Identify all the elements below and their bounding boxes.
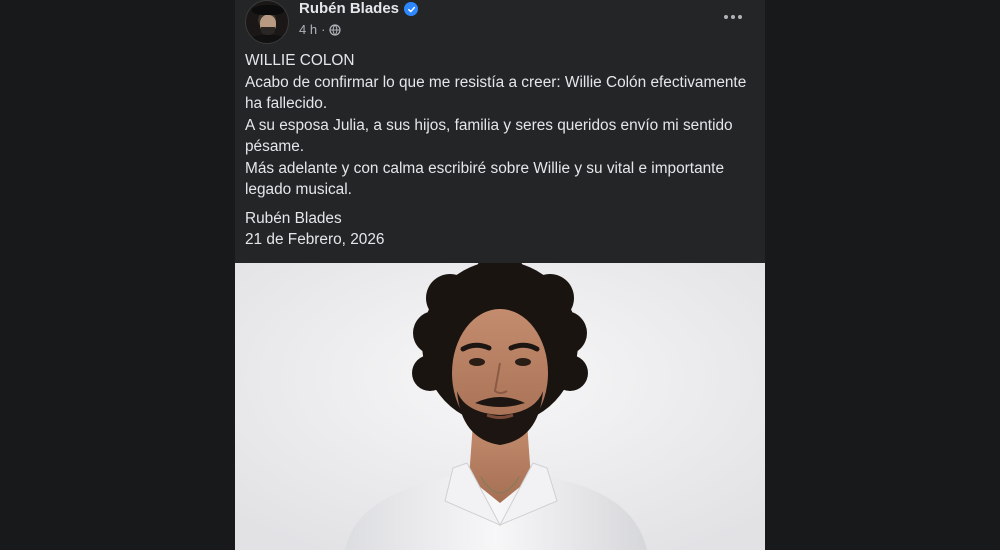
post-text-line: Más adelante y con calma escribiré sobre… <box>245 159 725 199</box>
post-text: WILLIE COLON Acabo de confirmar lo que m… <box>245 50 760 251</box>
post-text-line: A su esposa Julia, a sus hijos, familia … <box>245 116 733 156</box>
portrait-illustration <box>235 263 765 550</box>
avatar-beard <box>261 27 275 35</box>
post-meta: 4 h · <box>299 22 342 37</box>
more-dot-icon <box>724 15 728 19</box>
post-title-line: WILLIE COLON <box>245 52 355 69</box>
avatar-shoulders <box>250 35 286 43</box>
author-row: Rubén Blades <box>299 0 419 18</box>
signature-name: Rubén Blades <box>245 209 342 227</box>
avatar-hat <box>252 5 284 15</box>
post-photo[interactable] <box>235 263 765 550</box>
post-text-line: Acabo de confirmar lo que me resistía a … <box>245 73 747 113</box>
globe-icon[interactable] <box>329 23 342 36</box>
more-dot-icon <box>738 15 742 19</box>
more-dot-icon <box>731 15 735 19</box>
post-header: Rubén Blades 4 h · <box>245 0 755 48</box>
post-card: Rubén Blades 4 h · WILLIE COLON Acabo de… <box>235 0 765 550</box>
meta-separator: · <box>321 22 326 37</box>
post-timestamp[interactable]: 4 h <box>299 22 317 37</box>
author-avatar[interactable] <box>245 0 289 44</box>
more-options-button[interactable] <box>719 5 747 29</box>
signature-date: 21 de Febrero, 2026 <box>245 231 385 248</box>
author-name[interactable]: Rubén Blades <box>299 0 399 18</box>
verified-badge-icon <box>404 2 419 16</box>
